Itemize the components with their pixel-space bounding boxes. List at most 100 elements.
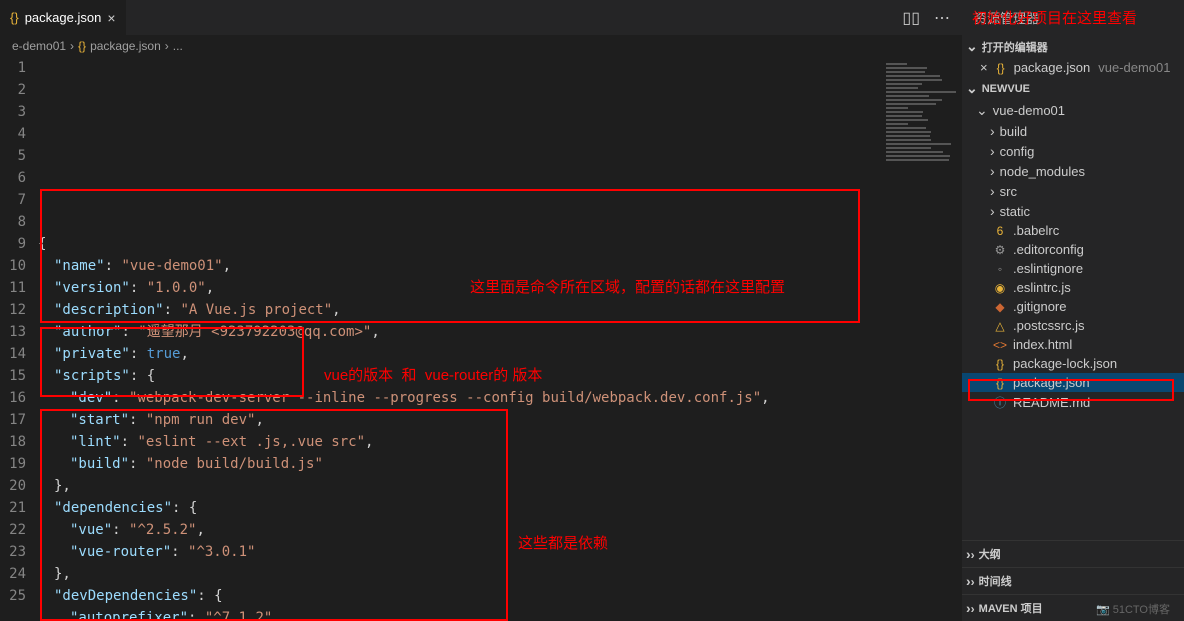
folder-static[interactable]: static (962, 201, 1184, 221)
line-number: 13 (0, 321, 26, 343)
code-line[interactable]: "private": true, (38, 343, 882, 365)
line-number: 25 (0, 585, 26, 607)
file--eslintrc-js[interactable]: ◉.eslintrc.js (962, 278, 1184, 297)
line-number: 23 (0, 541, 26, 563)
line-number: 1 (0, 57, 26, 79)
file-icon: 6 (992, 224, 1008, 238)
folder-node_modules[interactable]: node_modules (962, 161, 1184, 181)
file--gitignore[interactable]: ◆.gitignore (962, 297, 1184, 316)
line-number: 8 (0, 211, 26, 233)
chevron-right-icon: › (966, 600, 975, 616)
file-icon: ◦ (992, 262, 1008, 276)
line-number: 9 (0, 233, 26, 255)
line-number: 10 (0, 255, 26, 277)
code-line[interactable]: }, (38, 475, 882, 497)
chevron-right-icon (990, 163, 995, 179)
code-line[interactable]: "vue": "^2.5.2", (38, 519, 882, 541)
minimap[interactable] (882, 57, 962, 621)
section-时间线[interactable]: ›时间线 (962, 567, 1184, 594)
line-number: 14 (0, 343, 26, 365)
file--postcssrc-js[interactable]: △.postcssrc.js (962, 316, 1184, 335)
file-icon: {} (992, 357, 1008, 371)
chevron-right-icon (990, 183, 995, 199)
line-number: 6 (0, 167, 26, 189)
explorer-sidebar: 资源管理器 打开的编辑器 × {} package.json vue-demo0… (962, 0, 1184, 621)
line-number: 4 (0, 123, 26, 145)
file-icon: {} (10, 10, 19, 25)
code-editor[interactable]: 1234567891011121314151617181920212223242… (0, 57, 962, 621)
line-number: 19 (0, 453, 26, 475)
code-line[interactable]: "build": "node build/build.js" (38, 453, 882, 475)
file-package-lock-json[interactable]: {}package-lock.json (962, 354, 1184, 373)
folder-build[interactable]: build (962, 121, 1184, 141)
file--editorconfig[interactable]: ⚙.editorconfig (962, 240, 1184, 259)
line-number: 11 (0, 277, 26, 299)
file-index-html[interactable]: <>index.html (962, 335, 1184, 354)
code-line[interactable]: "dev": "webpack-dev-server --inline --pr… (38, 387, 882, 409)
folder-src[interactable]: src (962, 181, 1184, 201)
code-line[interactable]: "autoprefixer": "^7.1.2", (38, 607, 882, 621)
line-number: 7 (0, 189, 26, 211)
line-number: 3 (0, 101, 26, 123)
file-icon: ◆ (992, 300, 1008, 314)
line-number: 22 (0, 519, 26, 541)
open-editors-section[interactable]: 打开的编辑器 (962, 35, 1184, 58)
section-大纲[interactable]: ›大纲 (962, 540, 1184, 567)
tab-package-json[interactable]: {} package.json × (0, 0, 126, 35)
open-editor-item[interactable]: × {} package.json vue-demo01 (962, 58, 1184, 77)
line-number: 12 (0, 299, 26, 321)
folder-config[interactable]: config (962, 141, 1184, 161)
tab-bar: {} package.json × ▯▯ ⋯ (0, 0, 962, 35)
file--babelrc[interactable]: 6.babelrc (962, 221, 1184, 240)
split-editor-icon[interactable]: ▯▯ (902, 8, 920, 28)
code-line[interactable]: "description": "A Vue.js project", (38, 299, 882, 321)
line-number: 15 (0, 365, 26, 387)
file-icon: {} (992, 376, 1008, 390)
tab-label: package.json (25, 10, 102, 25)
more-actions-icon[interactable]: ⋯ (934, 8, 950, 28)
file-icon: ⚙ (992, 243, 1008, 257)
code-line[interactable]: "version": "1.0.0", (38, 277, 882, 299)
line-number: 5 (0, 145, 26, 167)
close-icon[interactable]: × (980, 60, 988, 75)
line-number: 21 (0, 497, 26, 519)
code-line[interactable]: "start": "npm run dev", (38, 409, 882, 431)
code-line[interactable]: "lint": "eslint --ext .js,.vue src", (38, 431, 882, 453)
file-icon: {} (993, 61, 1009, 75)
code-line[interactable]: "name": "vue-demo01", (38, 255, 882, 277)
file-icon: ⓘ (992, 394, 1008, 411)
code-line[interactable]: "dependencies": { (38, 497, 882, 519)
chevron-right-icon: › (966, 573, 975, 589)
breadcrumb[interactable]: e-demo01 › {} package.json › ... (0, 35, 962, 57)
workspace-section[interactable]: NEWVUE (962, 77, 1184, 100)
close-icon[interactable]: × (107, 10, 115, 26)
file-README-md[interactable]: ⓘREADME.md (962, 392, 1184, 413)
line-number: 20 (0, 475, 26, 497)
line-number: 2 (0, 79, 26, 101)
breadcrumb-root: e-demo01 (12, 39, 66, 53)
file-icon: ◉ (992, 281, 1008, 295)
file-icon: △ (992, 319, 1008, 333)
code-line[interactable]: "vue-router": "^3.0.1" (38, 541, 882, 563)
file-icon: <> (992, 338, 1008, 352)
chevron-right-icon: › (966, 546, 975, 562)
file-package-json[interactable]: {}package.json (962, 373, 1184, 392)
watermark: 📷 51CTO博客 (1096, 601, 1170, 617)
file-icon: {} (78, 39, 86, 53)
explorer-title: 资源管理器 (962, 0, 1184, 35)
line-number: 18 (0, 431, 26, 453)
breadcrumb-more: ... (173, 39, 183, 53)
chevron-right-icon (990, 143, 995, 159)
code-line[interactable]: "author": "遥望那月 <923792203@qq.com>", (38, 321, 882, 343)
line-number: 24 (0, 563, 26, 585)
chevron-right-icon (990, 203, 995, 219)
file--eslintignore[interactable]: ◦.eslintignore (962, 259, 1184, 278)
breadcrumb-file: package.json (90, 39, 161, 53)
code-line[interactable]: { (38, 233, 882, 255)
code-line[interactable]: "scripts": { (38, 365, 882, 387)
folder-root[interactable]: vue-demo01 (962, 100, 1184, 121)
code-line[interactable]: "devDependencies": { (38, 585, 882, 607)
code-line[interactable]: }, (38, 563, 882, 585)
chevron-right-icon (990, 123, 995, 139)
line-number: 17 (0, 409, 26, 431)
